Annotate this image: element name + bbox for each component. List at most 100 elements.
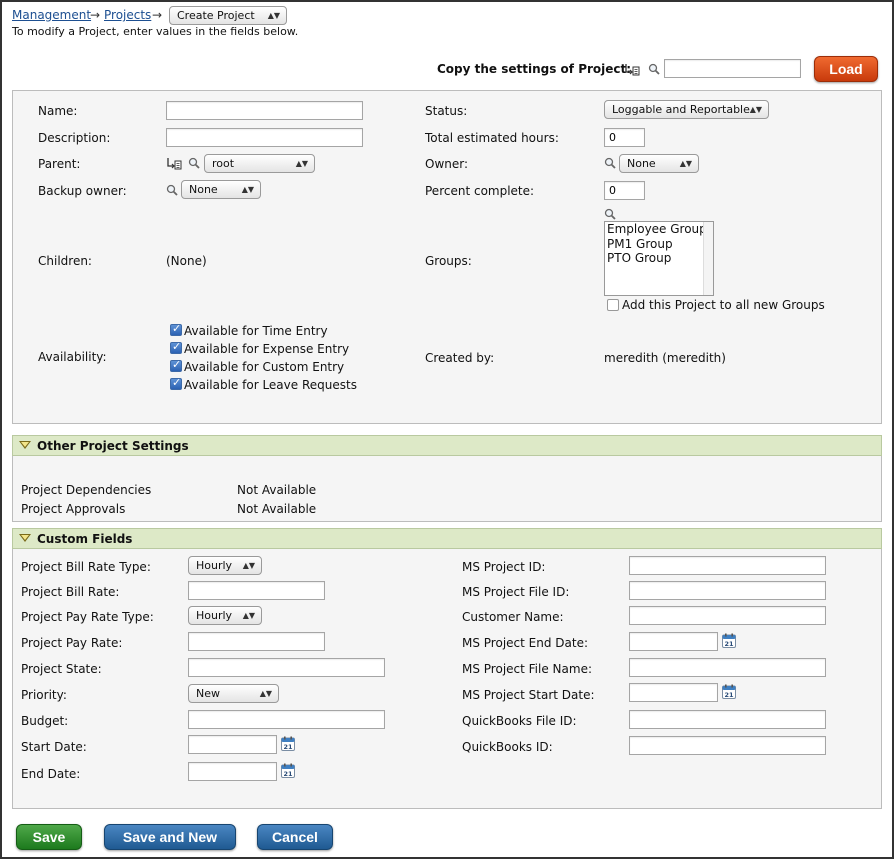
children-label: Children: <box>38 254 92 268</box>
availability-leave-requests-checkbox[interactable] <box>170 376 182 390</box>
availability-custom-entry-label: Available for Custom Entry <box>184 360 345 374</box>
approvals-value: Not Available <box>237 502 317 516</box>
other-settings-title: Other Project Settings <box>37 439 189 453</box>
list-item[interactable]: PM1 Group <box>605 237 713 252</box>
pay-rate-input[interactable] <box>188 632 325 651</box>
copy-project-input[interactable] <box>664 59 801 78</box>
ms-file-name-label: MS Project File Name: <box>462 662 592 676</box>
qb-id-input[interactable] <box>629 736 826 755</box>
description-label: Description: <box>38 131 111 145</box>
availability-custom-entry-checkbox[interactable] <box>170 358 182 372</box>
calendar-icon[interactable] <box>281 736 295 751</box>
calendar-icon[interactable] <box>281 763 295 778</box>
children-value: (None) <box>166 254 207 268</box>
select-arrows-icon: ▲▼ <box>242 561 255 570</box>
breadcrumb-arrow-2: → <box>152 8 163 22</box>
magnifier-icon[interactable] <box>648 63 660 75</box>
owner-label: Owner: <box>425 157 469 171</box>
list-item[interactable]: PTO Group <box>605 251 713 266</box>
ms-project-file-id-input[interactable] <box>629 581 826 600</box>
ms-project-id-label: MS Project ID: <box>462 560 546 574</box>
select-arrows-icon: ▲▼ <box>749 105 762 114</box>
total-hours-input[interactable] <box>604 128 645 147</box>
ms-end-date-input[interactable] <box>629 632 718 651</box>
customer-name-input[interactable] <box>629 606 826 625</box>
ms-end-date-label: MS Project End Date: <box>462 636 588 650</box>
qb-id-label: QuickBooks ID: <box>462 740 553 754</box>
description-input[interactable] <box>166 128 363 147</box>
bill-rate-label: Project Bill Rate: <box>21 585 120 599</box>
calendar-icon[interactable] <box>722 633 736 648</box>
ms-project-id-input[interactable] <box>629 556 826 575</box>
status-select[interactable]: Loggable and Reportable ▲▼ <box>604 100 769 119</box>
pay-rate-type-select[interactable]: Hourly ▲▼ <box>188 606 262 625</box>
owner-select[interactable]: None ▲▼ <box>619 154 699 173</box>
availability-time-entry-checkbox[interactable] <box>170 322 182 336</box>
hierarchy-icon[interactable] <box>166 157 182 170</box>
magnifier-icon[interactable] <box>166 184 178 196</box>
parent-label: Parent: <box>38 157 81 171</box>
ms-start-date-input[interactable] <box>629 683 718 702</box>
project-state-input[interactable] <box>188 658 385 677</box>
custom-fields-title: Custom Fields <box>37 532 133 546</box>
select-arrows-icon: ▲▼ <box>679 159 692 168</box>
parent-select-value: root <box>212 157 235 170</box>
bill-rate-type-select[interactable]: Hourly ▲▼ <box>188 556 262 575</box>
magnifier-icon[interactable] <box>188 157 200 169</box>
start-date-label: Start Date: <box>21 740 87 754</box>
backup-owner-select[interactable]: None ▲▼ <box>181 180 261 199</box>
customer-name-label: Customer Name: <box>462 610 564 624</box>
priority-select[interactable]: New ▲▼ <box>188 684 279 703</box>
availability-leave-requests-label: Available for Leave Requests <box>184 378 357 392</box>
budget-label: Budget: <box>21 714 69 728</box>
breadcrumb-arrow: → <box>90 8 101 22</box>
other-settings-header[interactable]: Other Project Settings <box>12 435 882 456</box>
groups-listbox[interactable]: Employee Group PM1 Group PTO Group <box>604 221 714 296</box>
parent-select[interactable]: root ▲▼ <box>204 154 315 173</box>
end-date-label: End Date: <box>21 767 81 781</box>
save-and-new-button[interactable]: Save and New <box>104 824 236 850</box>
percent-complete-label: Percent complete: <box>425 184 535 198</box>
availability-label: Availability: <box>38 350 107 364</box>
groups-label: Groups: <box>425 254 472 268</box>
start-date-input[interactable] <box>188 735 277 754</box>
select-arrows-icon: ▲▼ <box>241 185 254 194</box>
add-to-all-groups-checkbox[interactable] <box>607 299 619 311</box>
project-state-label: Project State: <box>21 662 102 676</box>
budget-input[interactable] <box>188 710 385 729</box>
breadcrumb-management[interactable]: Management <box>12 8 91 22</box>
calendar-icon[interactable] <box>722 684 736 699</box>
availability-expense-entry-checkbox[interactable] <box>170 340 182 354</box>
breadcrumb-projects[interactable]: Projects <box>104 8 151 22</box>
ms-file-name-input[interactable] <box>629 658 826 677</box>
ms-start-date-label: MS Project Start Date: <box>462 688 595 702</box>
groups-scrollbar[interactable] <box>703 222 713 295</box>
end-date-input[interactable] <box>188 762 277 781</box>
breadcrumb-page-select-value: Create Project <box>177 9 255 22</box>
custom-fields-header[interactable]: Custom Fields <box>12 528 882 549</box>
owner-select-value: None <box>627 157 656 170</box>
created-by-value: meredith (meredith) <box>604 351 726 365</box>
approvals-label: Project Approvals <box>21 502 126 516</box>
priority-select-value: New <box>196 687 220 700</box>
availability-expense-entry-label: Available for Expense Entry <box>184 342 350 356</box>
priority-label: Priority: <box>21 688 67 702</box>
percent-complete-input[interactable] <box>604 181 645 200</box>
qb-file-id-input[interactable] <box>629 710 826 729</box>
ms-project-file-id-label: MS Project File ID: <box>462 585 570 599</box>
load-button[interactable]: Load <box>814 56 878 82</box>
breadcrumb-page-select[interactable]: Create Project ▲▼ <box>169 6 287 25</box>
list-item[interactable]: Employee Group <box>605 222 713 237</box>
select-arrows-icon: ▲▼ <box>259 689 272 698</box>
save-button[interactable]: Save <box>16 824 82 850</box>
dependencies-value: Not Available <box>237 483 317 497</box>
name-input[interactable] <box>166 101 363 120</box>
cancel-button[interactable]: Cancel <box>257 824 333 850</box>
hierarchy-icon[interactable] <box>624 63 640 76</box>
magnifier-icon[interactable] <box>604 208 616 220</box>
magnifier-icon[interactable] <box>604 157 616 169</box>
name-label: Name: <box>38 104 78 118</box>
availability-time-entry-label: Available for Time Entry <box>184 324 328 338</box>
triangle-down-icon <box>19 441 31 449</box>
bill-rate-input[interactable] <box>188 581 325 600</box>
